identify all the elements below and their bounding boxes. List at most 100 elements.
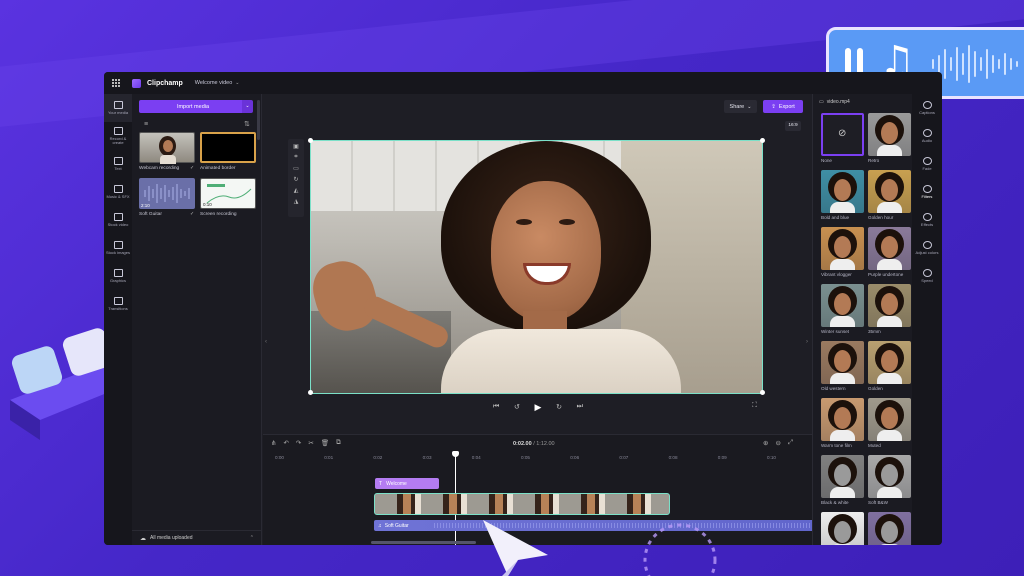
aspect-ratio-button[interactable]: 16:9 [785, 121, 801, 131]
collapse-right-icon[interactable]: › [806, 339, 808, 345]
filter-thumb-6[interactable] [821, 284, 864, 327]
right-rail-item-5[interactable]: Adjust colors [912, 234, 942, 262]
media-thumb-screen-recording[interactable]: 0:10 [200, 178, 256, 209]
rail-item-label: Record & create [109, 135, 127, 145]
filter-thumb-0[interactable]: ⊘ [821, 113, 864, 156]
filter-thumb-12[interactable] [821, 455, 864, 498]
chevron-up-icon[interactable]: ⌃ [250, 535, 254, 541]
flip-icon[interactable]: ◭ [294, 187, 299, 194]
share-button[interactable]: Share ⌄ [724, 100, 757, 113]
crop-icon[interactable]: ⌗ [294, 154, 297, 161]
media-duration-soft-guitar: 2:10 [141, 203, 150, 208]
filter-thumb-4[interactable] [821, 227, 864, 270]
rotate-icon[interactable]: ↻ [293, 176, 298, 183]
fullscreen-icon[interactable]: ⛶ [752, 402, 757, 410]
music-note-icon: ♫ [378, 522, 382, 529]
rail-item-label: Stock images [105, 249, 130, 255]
rail-item-0[interactable]: Your media [104, 94, 132, 122]
filters-header: ▭ video.mp4 [819, 99, 850, 105]
flip-vertical-icon[interactable]: ◮ [294, 198, 299, 205]
media-thumb-animated-border[interactable] [200, 132, 256, 163]
waveform-icon [932, 45, 1018, 83]
text-icon [113, 156, 123, 165]
camera-icon [113, 126, 123, 135]
timeline-scrollbar[interactable] [371, 541, 476, 544]
collapse-left-icon[interactable]: ‹ [265, 339, 267, 345]
skip-back-icon[interactable]: ⏮ [493, 403, 499, 411]
rail-item-label: Text [114, 165, 122, 171]
filter-label: Golden hour [868, 215, 894, 220]
app-grid-icon[interactable] [112, 79, 120, 87]
filter-label: Muted [868, 443, 881, 448]
media-thumb-webcam[interactable] [139, 132, 195, 164]
resize-handle[interactable] [760, 390, 765, 395]
right-rail-item-3[interactable]: Filters [912, 178, 942, 206]
right-rail-item-1[interactable]: Audio [912, 122, 942, 150]
filter-icon[interactable]: ≡ [144, 121, 148, 128]
filter-thumb-9[interactable] [868, 341, 911, 384]
export-button[interactable]: ⇪ Export [763, 100, 803, 113]
filter-thumb-10[interactable] [821, 398, 864, 441]
rail-item-5[interactable]: Stock images [104, 234, 132, 262]
media-thumb-soft-guitar[interactable]: 2:10 [139, 178, 195, 209]
sort-icon[interactable]: ⇅ [244, 120, 250, 128]
right-rail-item-4[interactable]: Effects [912, 206, 942, 234]
import-dropdown-button[interactable]: ⌄ [242, 100, 253, 113]
skip-forward-icon[interactable]: ⏭ [577, 403, 583, 411]
resize-handle[interactable] [308, 390, 313, 395]
filter-thumb-2[interactable] [821, 170, 864, 213]
play-icon[interactable]: ▶ [535, 402, 542, 413]
forward-5-icon[interactable]: ↻ [556, 403, 562, 411]
right-rail-label: Speed [921, 277, 933, 283]
filter-thumb-7[interactable] [868, 284, 911, 327]
filter-label: 35mm [868, 329, 881, 334]
filter-thumb-11[interactable] [868, 398, 911, 441]
ruler-tick: 0:08 [668, 455, 678, 460]
media-scrollbar[interactable] [257, 100, 260, 140]
filter-thumb-13[interactable] [868, 455, 911, 498]
share-label: Share [729, 103, 745, 110]
rail-item-3[interactable]: Music & SFX [104, 178, 132, 206]
project-name[interactable]: Welcome video [195, 80, 233, 86]
filter-thumb-1[interactable] [868, 113, 911, 156]
video-preview[interactable] [310, 140, 763, 394]
ruler-tick: 0:02 [373, 455, 383, 460]
sweater-shape [441, 329, 681, 393]
rail-item-2[interactable]: Text [104, 150, 132, 178]
rail-item-4[interactable]: Stock video [104, 206, 132, 234]
video-clip[interactable] [374, 493, 670, 515]
ruler-tick: 0:04 [471, 455, 481, 460]
ruler-tick: 0:00 [275, 455, 284, 460]
title-bar: Clipchamp Welcome video ⌄ [104, 72, 942, 94]
rail-item-7[interactable]: Transitions [104, 290, 132, 318]
timeline-ruler[interactable]: 0:00 0:01 0:02 0:03 0:04 0:05 0:06 0:07 0:08 0:09… [263, 435, 825, 463]
filter-thumb-5[interactable] [868, 227, 911, 270]
right-rail-item-6[interactable]: Speed [912, 262, 942, 290]
filter-thumb-14[interactable] [821, 512, 864, 545]
rail-item-1[interactable]: Record & create [104, 122, 132, 150]
import-media-button[interactable]: Import media [139, 100, 247, 113]
rail-item-6[interactable]: Graphics [104, 262, 132, 290]
filter-thumb-8[interactable] [821, 341, 864, 384]
resize-handle[interactable] [308, 138, 313, 143]
text-clip[interactable]: T Welcome [375, 478, 439, 489]
rewind-5-icon[interactable]: ↺ [514, 403, 520, 411]
preview-area: Share ⌄ ⇪ Export 16:9 ▣ ⌗ ▭ ↻ ◭ ◮ ⏮ ↺ ▶ … [263, 94, 812, 434]
rail-item-label: Stock video [107, 221, 129, 227]
speaker-icon [922, 128, 932, 137]
resize-handle[interactable] [760, 138, 765, 143]
right-rail: Captions Audio Fade Filters Effects Adjust co… [912, 94, 942, 545]
filter-thumb-3[interactable] [868, 170, 911, 213]
right-rail-label: Fade [922, 165, 932, 171]
filter-thumb-15[interactable] [868, 512, 911, 545]
text-clip-icon: T [379, 480, 383, 487]
fit-icon[interactable]: ▭ [293, 165, 299, 172]
captions-icon [922, 100, 932, 109]
chevron-down-icon[interactable]: ⌄ [235, 80, 239, 86]
text-clip-label: Welcome [386, 480, 407, 487]
right-rail-item-2[interactable]: Fade [912, 150, 942, 178]
upload-status: ☁ All media uploaded ⌃ [132, 530, 262, 545]
pip-icon[interactable]: ▣ [293, 143, 299, 150]
clipchamp-window: Clipchamp Welcome video ⌄ Your media Reco… [104, 72, 942, 545]
right-rail-item-0[interactable]: Captions [912, 94, 942, 122]
